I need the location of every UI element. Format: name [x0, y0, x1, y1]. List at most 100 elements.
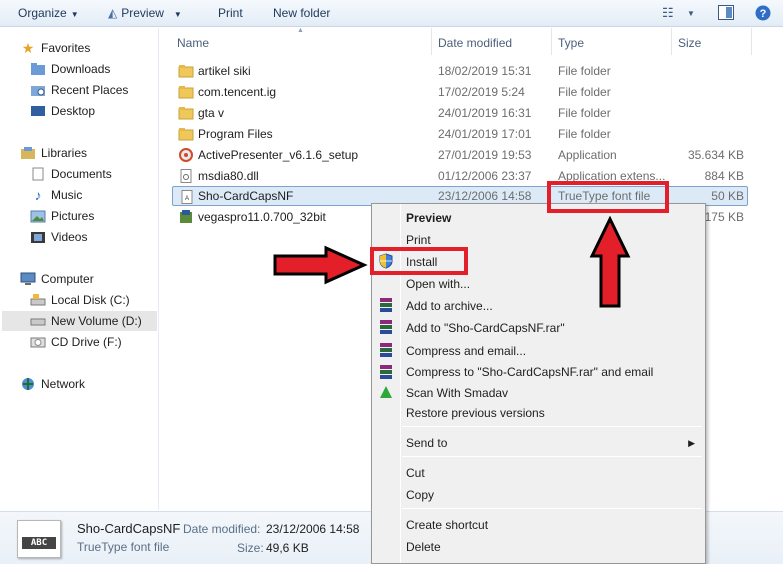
menu-create-shortcut[interactable]: Create shortcut [406, 518, 488, 532]
nav-favorites[interactable]: ★ Favorites [20, 38, 91, 58]
view-options-icon[interactable]: ☷ [662, 5, 674, 21]
nav-label: Documents [51, 167, 112, 181]
menu-compress-email[interactable]: Compress and email... [406, 344, 526, 358]
pictures-icon [30, 209, 46, 223]
nav-label: CD Drive (F:) [51, 335, 122, 349]
nav-desktop[interactable]: Desktop [30, 101, 95, 121]
installer-icon [179, 148, 193, 162]
menu-compress-rar-email[interactable]: Compress to "Sho-CardCapsNF.rar" and ema… [406, 365, 653, 379]
file-size: 35.634 KB [687, 148, 744, 162]
preview-pane-icon[interactable] [718, 5, 734, 23]
sort-ascending-icon: ▲ [297, 27, 304, 34]
details-date-value: 23/12/2006 14:58 [266, 522, 360, 536]
file-row[interactable]: ActivePresenter_v6.1.6_setup 27/01/2019 … [172, 145, 748, 165]
menu-add-archive[interactable]: Add to archive... [406, 299, 493, 313]
install-highlight-box [370, 247, 468, 275]
nav-recent-places[interactable]: Recent Places [30, 80, 128, 100]
type-highlight-box [547, 181, 669, 213]
file-type: File folder [558, 127, 611, 141]
menu-delete[interactable]: Delete [406, 540, 441, 554]
nav-downloads[interactable]: Downloads [30, 59, 110, 79]
details-date-label: Date modified: [183, 522, 261, 536]
menu-separator [402, 426, 702, 427]
new-folder-button[interactable]: New folder [273, 6, 330, 20]
column-label: Size [678, 36, 702, 50]
nav-network[interactable]: Network [20, 374, 85, 394]
menu-scan-smadav[interactable]: Scan With Smadav [406, 386, 508, 400]
right-arrow-icon [273, 245, 368, 285]
nav-label: Network [41, 377, 86, 391]
nav-label: Computer [41, 272, 94, 286]
file-date: 23/12/2006 14:58 [438, 189, 532, 203]
preview-button[interactable]: ◭ Preview ▼ [108, 6, 182, 20]
column-label: Date modified [438, 36, 513, 50]
downloads-folder-icon [30, 62, 46, 76]
menu-add-rar[interactable]: Add to "Sho-CardCapsNF.rar" [406, 321, 565, 335]
file-type: File folder [558, 64, 611, 78]
file-size: 50 KB [711, 189, 744, 203]
winrar-icon [380, 298, 392, 312]
menu-send-to[interactable]: Send to [406, 436, 447, 450]
file-name: artikel siki [198, 64, 251, 78]
column-header-type[interactable]: Type [552, 28, 672, 55]
menu-cut[interactable]: Cut [406, 466, 425, 480]
file-name: vegaspro11.0.700_32bit [198, 210, 326, 224]
installer-icon [180, 210, 192, 223]
nav-new-volume[interactable]: New Volume (D:) [2, 311, 157, 331]
print-button[interactable]: Print [218, 6, 243, 20]
svg-text:?: ? [760, 8, 767, 20]
nav-local-disk[interactable]: Local Disk (C:) [30, 290, 130, 310]
nav-libraries[interactable]: Libraries [20, 143, 87, 163]
winrar-icon [380, 320, 392, 334]
file-row[interactable]: gta v 24/01/2019 16:31 File folder [172, 103, 748, 123]
menu-separator [402, 456, 702, 457]
menu-print[interactable]: Print [406, 233, 431, 247]
winrar-icon [380, 365, 392, 379]
cd-drive-icon [30, 335, 46, 349]
svg-text:A: A [185, 196, 189, 202]
nav-videos[interactable]: Videos [30, 227, 87, 247]
column-header-size[interactable]: Size [672, 28, 752, 55]
file-name: Sho-CardCapsNF [198, 189, 294, 203]
organize-button[interactable]: Organize ▼ [18, 6, 79, 20]
disk-drive-icon [30, 314, 46, 328]
nav-label: Music [51, 188, 83, 202]
font-thumbnail: ABC [17, 520, 61, 558]
file-row[interactable]: Program Files 24/01/2019 17:01 File fold… [172, 124, 748, 144]
file-row[interactable]: artikel siki 18/02/2019 15:31 File folde… [172, 61, 748, 81]
details-name: Sho-CardCapsNF [77, 521, 181, 536]
file-name: Program Files [198, 127, 273, 141]
file-row[interactable]: com.tencent.ig 17/02/2019 5:24 File fold… [172, 82, 748, 102]
menu-restore[interactable]: Restore previous versions [406, 406, 545, 420]
nav-music[interactable]: ♪ Music [30, 185, 83, 205]
nav-label: Local Disk (C:) [51, 293, 130, 307]
nav-documents[interactable]: Documents [30, 164, 112, 184]
file-date: 24/01/2019 16:31 [438, 106, 532, 120]
nav-pictures[interactable]: Pictures [30, 206, 94, 226]
chevron-down-icon[interactable]: ▼ [687, 9, 695, 18]
file-date: 27/01/2019 19:53 [438, 148, 532, 162]
menu-copy[interactable]: Copy [406, 488, 434, 502]
details-type: TrueType font file [77, 540, 170, 554]
preview-icon: ◭ [108, 6, 118, 20]
menu-preview[interactable]: Preview [406, 211, 451, 225]
videos-icon [30, 230, 46, 244]
column-header-date[interactable]: Date modified [432, 28, 552, 55]
folder-icon [178, 107, 194, 120]
column-label: Name [177, 36, 210, 50]
file-type: File folder [558, 106, 611, 120]
chevron-down-icon: ▼ [173, 10, 182, 19]
menu-open-with[interactable]: Open with... [406, 277, 470, 291]
nav-computer[interactable]: Computer [20, 269, 94, 289]
smadav-icon [380, 386, 392, 398]
file-date: 17/02/2019 5:24 [438, 85, 525, 99]
help-icon[interactable]: ? [755, 5, 771, 24]
nav-label: Desktop [51, 104, 96, 118]
star-icon: ★ [21, 39, 35, 56]
command-bar: Organize ▼ ◭ Preview ▼ Print New folder ☷ ▼… [0, 0, 783, 27]
file-name: gta v [198, 106, 225, 120]
nav-label: Recent Places [51, 83, 129, 97]
file-date: 01/12/2006 23:37 [438, 169, 532, 183]
font-file-icon: A [181, 190, 193, 204]
nav-cd-drive[interactable]: CD Drive (F:) [30, 332, 122, 352]
